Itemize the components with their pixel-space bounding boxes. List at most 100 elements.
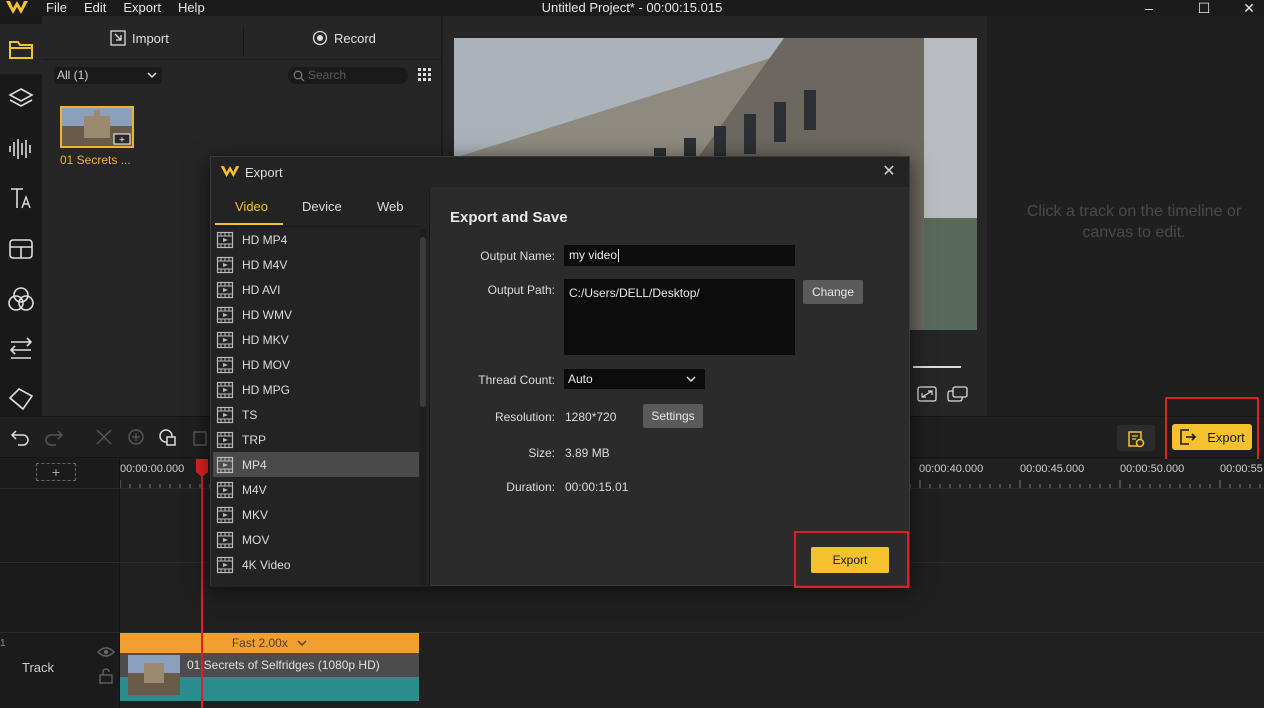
change-path-button[interactable]: Change xyxy=(803,280,863,304)
record-button[interactable]: Record xyxy=(312,30,376,46)
preview-progress-bar[interactable] xyxy=(913,366,961,368)
lock-icon[interactable] xyxy=(99,668,113,684)
sidebar-transitions[interactable] xyxy=(0,324,42,374)
settings-button[interactable]: Settings xyxy=(643,404,703,428)
output-name-input[interactable]: my video xyxy=(564,245,795,266)
transition-icon xyxy=(9,337,33,359)
video-file-icon xyxy=(216,281,234,298)
export-save-panel: Export and Save Output Name: my video Ou… xyxy=(431,187,909,587)
folder-icon xyxy=(9,41,33,59)
sidebar-media[interactable] xyxy=(0,24,42,74)
text-icon xyxy=(11,188,31,209)
format-item[interactable]: MP4 xyxy=(213,452,419,477)
clip-speed-bar[interactable]: Fast 2.00x xyxy=(120,633,419,653)
text-caret xyxy=(618,249,620,263)
minimize-button[interactable]: – xyxy=(1126,0,1172,16)
format-label: MP4 xyxy=(242,457,267,472)
template-icon xyxy=(9,239,33,259)
delete-icon[interactable] xyxy=(94,427,114,447)
ruler-label: 00:00:55 xyxy=(1220,463,1263,475)
redo-icon[interactable] xyxy=(44,427,64,447)
size-value: 3.89 MB xyxy=(565,446,610,460)
clip-thumbnail xyxy=(128,655,180,695)
size-label: Size: xyxy=(528,446,555,460)
thread-count-label: Thread Count: xyxy=(478,373,555,387)
clip-title: 01 Secrets of Selfridges (1080p HD) xyxy=(187,658,380,672)
output-name-label: Output Name: xyxy=(480,249,555,263)
format-item[interactable]: HD M4V xyxy=(213,252,419,277)
sidebar-templates[interactable] xyxy=(0,224,42,274)
video-file-icon xyxy=(216,456,234,473)
tab-device[interactable]: Device xyxy=(302,199,342,214)
track-label: Track xyxy=(22,660,55,675)
format-item[interactable]: HD MPG xyxy=(213,377,419,402)
format-item[interactable]: 4K Video xyxy=(213,552,419,577)
tab-web[interactable]: Web xyxy=(377,199,404,214)
format-item[interactable]: MOV xyxy=(213,527,419,552)
video-file-icon xyxy=(216,256,234,273)
video-file-icon xyxy=(216,506,234,523)
clip-speed-label: Fast 2.00x xyxy=(231,636,288,650)
thread-count-select[interactable]: Auto xyxy=(564,369,705,389)
format-item[interactable]: HD WMV xyxy=(213,302,419,327)
grid-view-icon[interactable] xyxy=(418,68,432,82)
undo-icon[interactable] xyxy=(10,427,30,447)
import-button[interactable]: Import xyxy=(110,30,169,46)
resolution-value: 1280*720 xyxy=(565,410,617,424)
format-item[interactable]: HD AVI xyxy=(213,277,419,302)
format-item[interactable]: HD MP4 xyxy=(213,227,419,252)
output-path-label: Output Path: xyxy=(487,283,555,297)
media-thumbnail[interactable]: + xyxy=(60,106,134,148)
media-search-input[interactable]: Search xyxy=(288,67,408,84)
thread-count-value: Auto xyxy=(568,372,593,386)
sidebar-audio[interactable] xyxy=(0,124,42,174)
export-settings-button[interactable] xyxy=(1117,425,1155,451)
format-item[interactable]: TRP xyxy=(213,427,419,452)
format-item[interactable]: HD MOV xyxy=(213,352,419,377)
format-item[interactable]: HD MKV xyxy=(213,327,419,352)
filter-circles-icon xyxy=(8,287,34,311)
format-label: M4V xyxy=(242,482,267,497)
media-divider xyxy=(243,26,244,56)
video-file-icon xyxy=(216,331,234,348)
resolution-label: Resolution: xyxy=(494,410,555,424)
format-label: HD MP4 xyxy=(242,232,288,247)
trash-icon[interactable] xyxy=(190,427,210,447)
dialog-close-icon[interactable]: ✕ xyxy=(879,162,899,182)
format-label: 4K Video xyxy=(242,557,291,572)
format-item[interactable]: MKV xyxy=(213,502,419,527)
format-label: HD M4V xyxy=(242,257,288,272)
tab-active-indicator xyxy=(215,223,283,225)
format-label: MKV xyxy=(242,507,269,522)
format-item[interactable]: TS xyxy=(213,402,419,427)
format-item[interactable]: M4V xyxy=(213,477,419,502)
sidebar-filters[interactable] xyxy=(0,274,42,324)
maximize-button[interactable]: ☐ xyxy=(1181,0,1227,16)
copy-icon[interactable] xyxy=(158,427,178,447)
ruler-label: 00:00:50.000 xyxy=(1120,463,1185,475)
tab-video[interactable]: Video xyxy=(235,199,268,214)
video-file-icon xyxy=(216,531,234,548)
fullscreen-icon[interactable] xyxy=(917,386,937,402)
format-label: MOV xyxy=(242,532,270,547)
eye-icon[interactable] xyxy=(97,646,115,658)
close-button[interactable]: ✕ xyxy=(1226,0,1264,16)
screenshot-icon[interactable] xyxy=(947,385,969,403)
format-label: HD AVI xyxy=(242,282,281,297)
timeline-clip[interactable]: Fast 2.00x 01 Secrets of Selfridges (108… xyxy=(120,633,419,701)
video-file-icon xyxy=(216,406,234,423)
format-list: HD MP4 HD M4V HD AVI HD WMV HD MKV HD MOV HD M… xyxy=(213,227,419,587)
add-icon[interactable] xyxy=(126,427,146,447)
format-scrollbar[interactable] xyxy=(420,229,426,585)
output-path-input[interactable]: C:/Users/DELL/Desktop/ xyxy=(564,279,795,355)
sidebar-text[interactable] xyxy=(0,174,42,224)
playhead[interactable] xyxy=(201,461,203,708)
search-icon xyxy=(293,70,305,82)
add-track-button[interactable]: + xyxy=(36,463,76,481)
chevron-down-icon xyxy=(147,72,157,79)
media-filter-select[interactable]: All (1) xyxy=(54,67,162,84)
svg-text:+: + xyxy=(119,135,126,144)
sidebar-layers[interactable] xyxy=(0,74,42,124)
scrollbar-thumb[interactable] xyxy=(420,237,426,407)
format-label: HD MKV xyxy=(242,332,289,347)
